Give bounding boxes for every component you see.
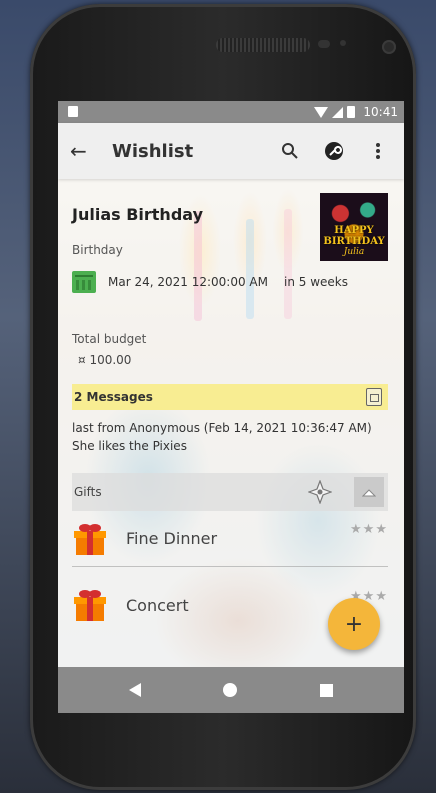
sensor: [318, 40, 330, 48]
message-calendar-icon[interactable]: [366, 388, 382, 406]
gift-name: Fine Dinner: [126, 529, 218, 548]
status-bar: 10:41: [58, 101, 404, 123]
message-meta: last from Anonymous (Feb 14, 2021 10:36:…: [72, 421, 372, 435]
event-category: Birthday: [72, 243, 123, 257]
app-bar: ← Wishlist: [58, 123, 404, 179]
gifts-header: Gifts: [72, 473, 388, 511]
status-time: 10:41: [363, 105, 398, 119]
gift-icon: [72, 587, 108, 623]
front-camera: [382, 40, 396, 54]
thumbnail-text: BIRTHDAY: [323, 236, 385, 247]
wrench-icon: [325, 142, 343, 160]
signal-icon: [332, 106, 344, 118]
plus-icon: +: [344, 611, 364, 637]
device-screen: 10:41 ← Wishlist Julias Birthday HAPPY B…: [58, 101, 404, 713]
thumbnail-text: HAPPY: [334, 225, 374, 236]
message-text: She likes the Pixies: [72, 439, 187, 453]
budget-label: Total budget: [72, 332, 147, 346]
gift-icon: [72, 521, 108, 557]
page-title: Wishlist: [112, 140, 194, 162]
nav-recents-icon[interactable]: [319, 683, 333, 697]
nav-back-icon[interactable]: [129, 683, 142, 697]
messages-header[interactable]: 2 Messages: [72, 384, 388, 410]
chevron-up-icon: [362, 488, 376, 496]
sensor: [340, 40, 346, 46]
locate-icon[interactable]: [308, 480, 332, 504]
sim-icon: [68, 106, 78, 117]
wifi-icon: [314, 106, 329, 118]
back-arrow-icon[interactable]: ←: [70, 139, 100, 163]
system-nav-bar: [58, 667, 404, 713]
battery-icon: [347, 106, 356, 118]
event-thumbnail[interactable]: HAPPY BIRTHDAY Julia: [320, 193, 388, 261]
thumbnail-text: Julia: [343, 247, 365, 257]
event-date: Mar 24, 2021 12:00:00 AM: [108, 275, 268, 289]
search-icon: [282, 143, 298, 159]
overflow-menu-button[interactable]: [364, 137, 392, 165]
list-item[interactable]: Fine Dinner ★★★: [72, 511, 388, 567]
gift-name: Concert: [126, 595, 189, 615]
rating-stars[interactable]: ★★★: [350, 522, 388, 537]
event-title: Julias Birthday: [72, 205, 203, 224]
event-date-row[interactable]: Mar 24, 2021 12:00:00 AM in 5 weeks: [72, 271, 348, 293]
speaker-grille: [216, 38, 310, 52]
gifts-label: Gifts: [74, 485, 102, 499]
tools-button[interactable]: [320, 137, 348, 165]
search-button[interactable]: [276, 137, 304, 165]
more-vert-icon: [376, 143, 380, 159]
messages-count: 2 Messages: [74, 390, 153, 404]
calendar-icon: [72, 271, 96, 293]
nav-home-icon[interactable]: [223, 683, 238, 697]
add-gift-button[interactable]: +: [328, 598, 380, 650]
budget-value: ¤ 100.00: [78, 353, 132, 367]
event-relative-date: in 5 weeks: [283, 275, 348, 289]
collapse-button[interactable]: [354, 477, 384, 507]
